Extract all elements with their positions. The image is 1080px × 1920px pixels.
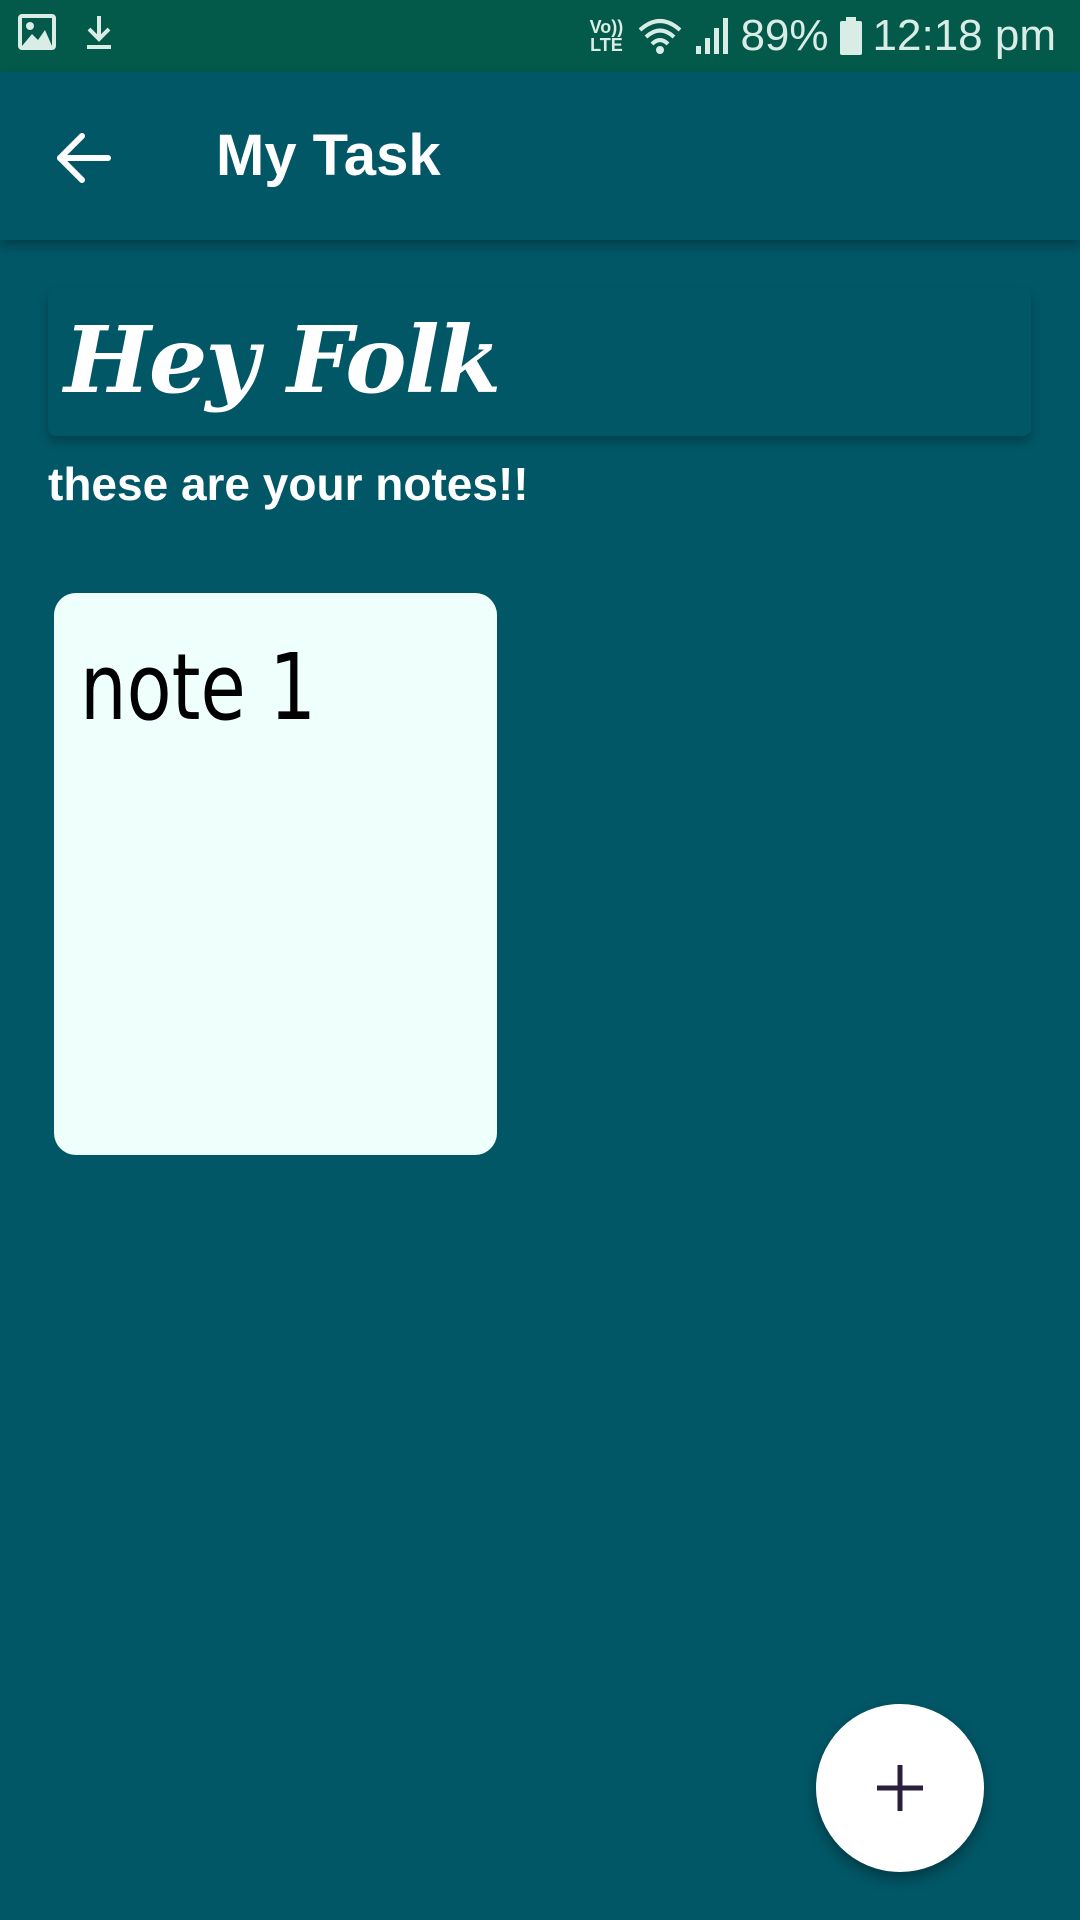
battery-icon [839, 16, 863, 56]
volte-icon: Vo)) LTE [589, 17, 624, 55]
app-bar: My Task [0, 72, 1080, 240]
plus-icon [877, 1765, 923, 1811]
wifi-icon [636, 16, 684, 56]
signal-icon [694, 16, 730, 56]
status-time: 12:18 pm [872, 11, 1056, 60]
download-icon [84, 14, 114, 50]
arrow-left-icon [57, 133, 111, 183]
battery-percent: 89% [740, 11, 829, 60]
add-note-button[interactable] [816, 1704, 984, 1872]
greeting-card: Hey Folk [48, 288, 1031, 436]
greeting-text: Hey Folk [64, 306, 501, 414]
note-title: note 1 [80, 634, 317, 741]
image-icon [18, 14, 56, 50]
page-title: My Task [216, 123, 441, 188]
status-bar: Vo)) LTE 89% 12:18 pm [0, 0, 1080, 72]
note-card[interactable]: note 1 [54, 593, 497, 1155]
status-left-icons [18, 14, 114, 50]
status-right-icons: Vo)) LTE 89% 12:18 pm [586, 0, 1056, 72]
back-button[interactable] [54, 128, 114, 188]
notes-subtitle: these are your notes!! [48, 458, 529, 510]
